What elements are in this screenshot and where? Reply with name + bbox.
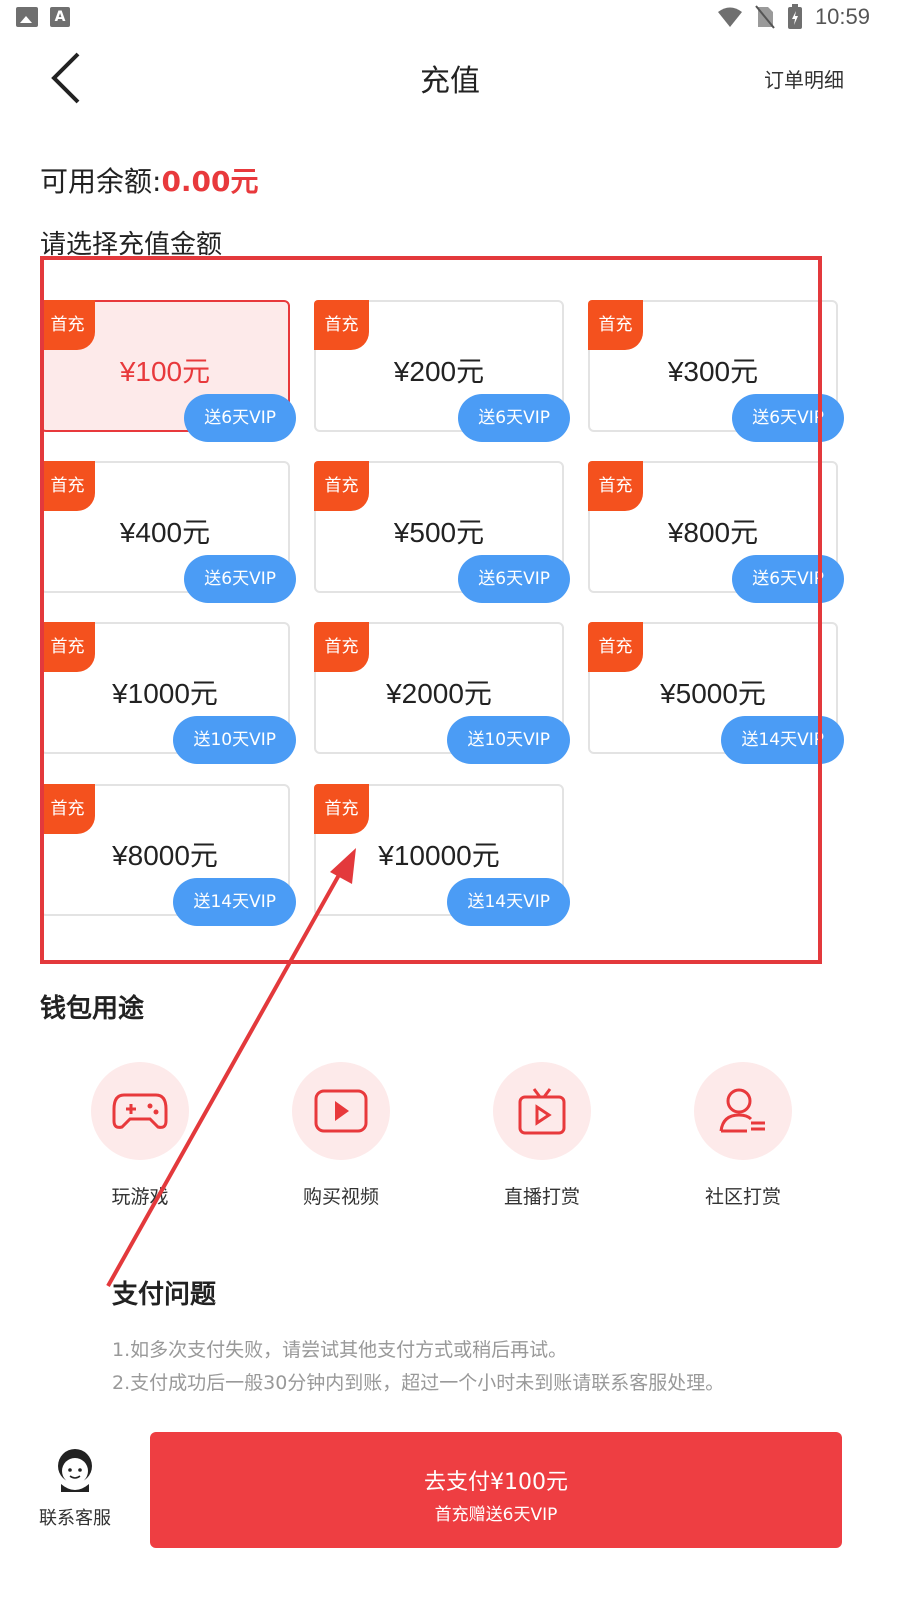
tv-live-icon (518, 1088, 566, 1135)
use-label: 社区打赏 (704, 1186, 781, 1208)
first-charge-badge: 首充 (40, 784, 95, 834)
amount-label: ¥8000元 (112, 840, 218, 871)
vip-bonus-pill: 送10天VIP (447, 716, 570, 764)
first-charge-badge: 首充 (314, 622, 369, 672)
first-charge-badge: 首充 (588, 300, 643, 350)
amount-label: ¥300元 (667, 356, 759, 387)
use-label: 直播打赏 (503, 1186, 580, 1208)
use-circle (493, 1062, 591, 1160)
vip-bonus-pill: 送14天VIP (447, 878, 570, 926)
faq-title: 支付问题 (112, 1280, 217, 1310)
image-notification-icon (16, 7, 38, 27)
use-item-game[interactable]: 玩游戏 (60, 1062, 220, 1209)
amount-card[interactable]: 首充 ¥800元送6天VIP (588, 461, 844, 603)
use-label: 玩游戏 (111, 1186, 169, 1208)
wallet-uses-title: 钱包用途 (40, 994, 145, 1024)
first-charge-badge: 首充 (40, 461, 95, 511)
vip-bonus-pill: 送6天VIP (732, 394, 844, 442)
vip-bonus-pill: 送6天VIP (732, 555, 844, 603)
use-item-live[interactable]: 直播打赏 (462, 1062, 622, 1209)
battery-icon (787, 4, 802, 29)
pay-sub-label: 首充赠送6天VIP (434, 1505, 558, 1525)
vip-bonus-pill: 送6天VIP (458, 555, 570, 603)
use-circle (694, 1062, 792, 1160)
gamepad-icon (112, 1093, 168, 1129)
pay-button[interactable]: 去支付¥100元 首充赠送6天VIP (150, 1432, 842, 1548)
first-charge-badge: 首充 (588, 622, 643, 672)
order-details-link[interactable]: 订单明细 (764, 64, 844, 93)
select-amount-label: 请选择充值金额 (40, 230, 223, 260)
use-circle (91, 1062, 189, 1160)
vip-bonus-pill: 送10天VIP (173, 716, 296, 764)
no-sim-icon (755, 5, 775, 29)
play-video-icon (314, 1089, 368, 1133)
first-charge-badge: 首充 (588, 461, 643, 511)
amount-label: ¥10000元 (378, 840, 500, 871)
faq-text: 1.如多次支付失败，请尝试其他支付方式或稍后再试。 2.支付成功后一般30分钟内… (112, 1334, 724, 1400)
amount-card[interactable]: 首充 ¥500元送6天VIP (314, 461, 570, 603)
balance-label: 可用余额: (40, 165, 162, 198)
amount-card[interactable]: 首充 ¥200元送6天VIP (314, 300, 570, 442)
wifi-icon (717, 7, 742, 27)
balance-value: 0.00元 (161, 165, 259, 198)
vip-bonus-pill: 送6天VIP (184, 555, 296, 603)
amount-label: ¥200元 (393, 356, 485, 387)
amount-label: ¥500元 (393, 517, 485, 548)
amount-label: ¥800元 (667, 517, 759, 548)
vip-bonus-pill: 送6天VIP (458, 394, 570, 442)
use-item-community[interactable]: 社区打赏 (663, 1062, 823, 1209)
vip-bonus-pill: 送14天VIP (173, 878, 296, 926)
amount-card[interactable]: 首充 ¥2000元送10天VIP (314, 622, 570, 764)
first-charge-badge: 首充 (40, 300, 95, 350)
user-community-icon (719, 1088, 765, 1133)
amount-label: ¥2000元 (386, 678, 492, 709)
first-charge-badge: 首充 (40, 622, 95, 672)
use-circle (292, 1062, 390, 1160)
first-charge-badge: 首充 (314, 300, 369, 350)
amount-label: ¥100元 (119, 356, 211, 387)
vip-bonus-pill: 送6天VIP (184, 394, 296, 442)
amount-card[interactable]: 首充 ¥5000元送14天VIP (588, 622, 844, 764)
first-charge-badge: 首充 (314, 461, 369, 511)
service-label: 联系客服 (39, 1508, 111, 1529)
amount-card[interactable]: 首充 ¥1000元送10天VIP (40, 622, 296, 764)
amount-label: ¥5000元 (660, 678, 766, 709)
amount-card[interactable]: 首充 ¥100元送6天VIP (40, 300, 296, 442)
contact-service-button[interactable]: 联系客服 (30, 1446, 120, 1530)
faq-line: 2.支付成功后一般30分钟内到账，超过一个小时未到账请联系客服处理。 (112, 1372, 725, 1394)
font-notification-icon: A (50, 7, 70, 27)
use-label: 购买视频 (302, 1186, 379, 1208)
status-bar: A 10:59 (0, 0, 900, 36)
amount-label: ¥1000元 (112, 678, 218, 709)
faq-line: 1.如多次支付失败，请尝试其他支付方式或稍后再试。 (112, 1339, 568, 1361)
status-time: 10:59 (814, 4, 870, 29)
amount-label: ¥400元 (119, 517, 211, 548)
balance: 可用余额:0.00元 (40, 160, 259, 200)
customer-service-icon (58, 1449, 92, 1492)
use-item-video[interactable]: 购买视频 (261, 1062, 421, 1209)
amount-card[interactable]: 首充 ¥300元送6天VIP (588, 300, 844, 442)
first-charge-badge: 首充 (314, 784, 369, 834)
amount-card[interactable]: 首充 ¥400元送6天VIP (40, 461, 296, 603)
amount-card[interactable]: 首充 ¥8000元送14天VIP (40, 784, 296, 926)
vip-bonus-pill: 送14天VIP (721, 716, 844, 764)
pay-label: 去支付¥100元 (424, 1470, 568, 1495)
amount-card[interactable]: 首充 ¥10000元送14天VIP (314, 784, 570, 926)
